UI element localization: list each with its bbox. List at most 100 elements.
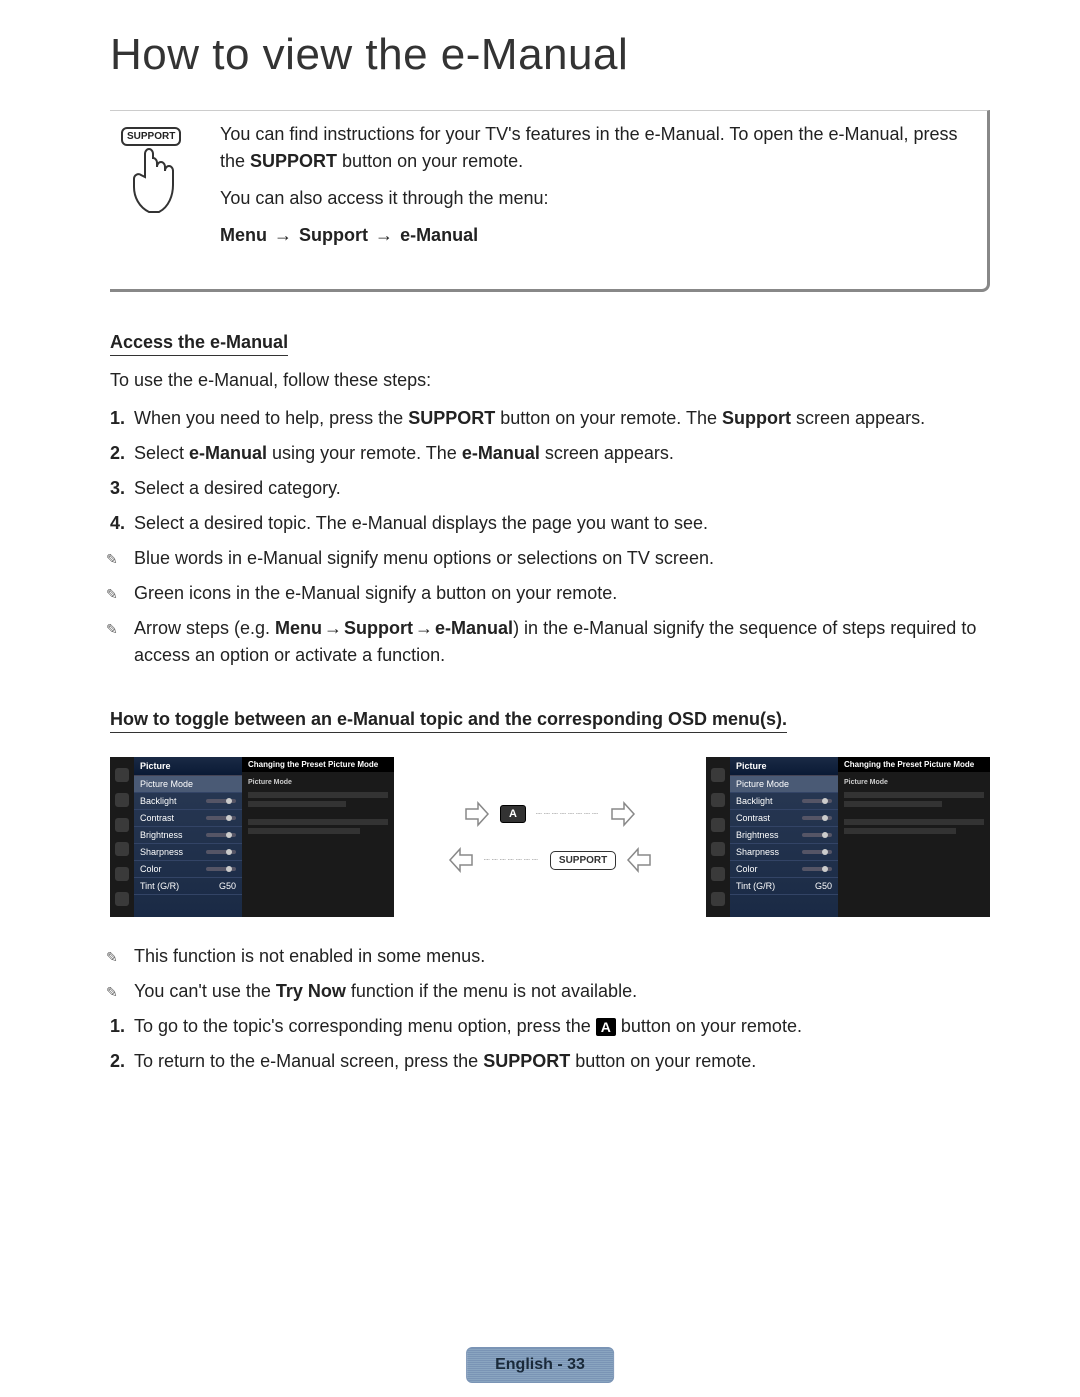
- step-num: 4.: [110, 510, 125, 537]
- t: Contrast: [736, 813, 770, 823]
- t: G50: [219, 881, 236, 891]
- t: Backlight: [140, 796, 177, 806]
- t: screen appears.: [540, 443, 674, 463]
- step-num: 2.: [110, 1048, 125, 1075]
- osd-row: Contrast: [730, 810, 838, 827]
- arrow-icon: →: [272, 222, 294, 249]
- osd-list: Picture Picture Mode Backlight Contrast …: [134, 757, 242, 917]
- a-button-icon: A: [596, 1018, 616, 1036]
- step-item: 2. To return to the e-Manual screen, pre…: [110, 1048, 990, 1075]
- t: Blue words in e-Manual signify menu opti…: [134, 548, 714, 568]
- t: G50: [815, 881, 832, 891]
- section1-heading: Access the e-Manual: [110, 332, 288, 356]
- t: Select a desired topic. The e-Manual dis…: [134, 513, 708, 533]
- osd-row: Contrast: [134, 810, 242, 827]
- note-item: ✎ Blue words in e-Manual signify menu op…: [110, 545, 990, 572]
- arrow-right-icon: [610, 801, 636, 827]
- osd-row: Sharpness: [730, 844, 838, 861]
- faux-text: ┈┈┈┈┈┈┈: [484, 855, 540, 866]
- t: Brightness: [140, 830, 183, 840]
- t: Support: [722, 408, 791, 428]
- note-icon: ✎: [106, 947, 118, 968]
- t: When you need to help, press the: [134, 408, 408, 428]
- arrow-icon: →: [322, 615, 344, 642]
- section2-steps: ✎ This function is not enabled in some m…: [110, 943, 990, 1075]
- t: SUPPORT: [483, 1051, 570, 1071]
- t: Brightness: [736, 830, 779, 840]
- page-title: How to view the e-Manual: [110, 30, 990, 80]
- t: e-Manual: [435, 618, 513, 638]
- osd-right-panel: Changing the Preset Picture Mode Picture…: [838, 757, 990, 917]
- t: Changing the Preset Picture Mode: [838, 757, 990, 772]
- support-icon-column: SUPPORT: [110, 121, 190, 259]
- t: Picture Mode: [844, 778, 984, 788]
- t: Contrast: [140, 813, 174, 823]
- note-item: ✎ Arrow steps (e.g. Menu → Support → e-M…: [110, 615, 990, 669]
- t: Color: [736, 864, 758, 874]
- t: e-Manual: [189, 443, 267, 463]
- step-num: 1.: [110, 405, 125, 432]
- osd-right-panel: Changing the Preset Picture Mode Picture…: [242, 757, 394, 917]
- t: Menu: [275, 618, 322, 638]
- osd-row: Color: [134, 861, 242, 878]
- arrow-right-icon: [464, 801, 490, 827]
- step-num: 3.: [110, 475, 125, 502]
- osd-row: Backlight: [730, 793, 838, 810]
- osd-list: Picture Picture Mode Backlight Contrast …: [730, 757, 838, 917]
- t: To go to the topic's corresponding menu …: [134, 1016, 596, 1036]
- osd-row: Picture Mode: [730, 776, 838, 793]
- step-num: 2.: [110, 440, 125, 467]
- note-icon: ✎: [106, 982, 118, 1003]
- osd-left: Picture Picture Mode Backlight Contrast …: [110, 757, 394, 917]
- t: e-Manual: [462, 443, 540, 463]
- t: Select: [134, 443, 189, 463]
- path-support: Support: [299, 225, 368, 245]
- arrow-left-icon: [626, 847, 652, 873]
- intro-p2: You can also access it through the menu:: [220, 185, 967, 212]
- t: function if the menu is not available.: [346, 981, 637, 1001]
- note-icon: ✎: [106, 549, 118, 570]
- t: To return to the e-Manual screen, press …: [134, 1051, 483, 1071]
- intro-p1c: button on your remote.: [337, 151, 523, 171]
- osd-sidebar: [706, 757, 730, 917]
- osd-header: Picture: [134, 757, 242, 776]
- t: Tint (G/R): [736, 881, 775, 891]
- osd-header: Picture: [730, 757, 838, 776]
- support-button-icon: SUPPORT: [550, 851, 616, 870]
- step-item: 4. Select a desired topic. The e-Manual …: [110, 510, 990, 537]
- intro-box: SUPPORT You can find instructions for yo…: [110, 110, 990, 292]
- osd-row: Color: [730, 861, 838, 878]
- path-menu: Menu: [220, 225, 267, 245]
- t: button on your remote. The: [495, 408, 722, 428]
- t: Support: [344, 618, 413, 638]
- osd-row: Tint (G/R) G50: [730, 878, 838, 895]
- t: button on your remote.: [570, 1051, 756, 1071]
- t: Sharpness: [140, 847, 183, 857]
- t: Green icons in the e-Manual signify a bu…: [134, 583, 617, 603]
- t: Select a desired category.: [134, 478, 341, 498]
- path-emanual: e-Manual: [400, 225, 478, 245]
- t: Picture Mode: [248, 778, 388, 788]
- note-icon: ✎: [106, 619, 118, 640]
- osd-row: Sharpness: [134, 844, 242, 861]
- section1-steps: 1. When you need to help, press the SUPP…: [110, 405, 990, 669]
- t: using your remote. The: [267, 443, 462, 463]
- step-item: 2. Select e-Manual using your remote. Th…: [110, 440, 990, 467]
- a-button-icon: A: [500, 805, 526, 823]
- osd-row: Tint (G/R)G50: [134, 878, 242, 895]
- note-icon: ✎: [106, 584, 118, 605]
- t: This function is not enabled in some men…: [134, 946, 485, 966]
- t: Color: [140, 864, 162, 874]
- intro-p1b: SUPPORT: [250, 151, 337, 171]
- t: Picture Mode: [140, 779, 193, 789]
- t: Arrow steps (e.g.: [134, 618, 275, 638]
- support-button-icon: SUPPORT: [115, 127, 185, 222]
- intro-text: You can find instructions for your TV's …: [220, 121, 967, 259]
- step-num: 1.: [110, 1013, 125, 1040]
- t: screen appears.: [791, 408, 925, 428]
- t: Try Now: [276, 981, 346, 1001]
- osd-row: Picture Mode: [134, 776, 242, 793]
- hand-icon: [121, 147, 181, 222]
- t: You can't use the: [134, 981, 276, 1001]
- osd-right: Picture Picture Mode Backlight Contrast …: [706, 757, 990, 917]
